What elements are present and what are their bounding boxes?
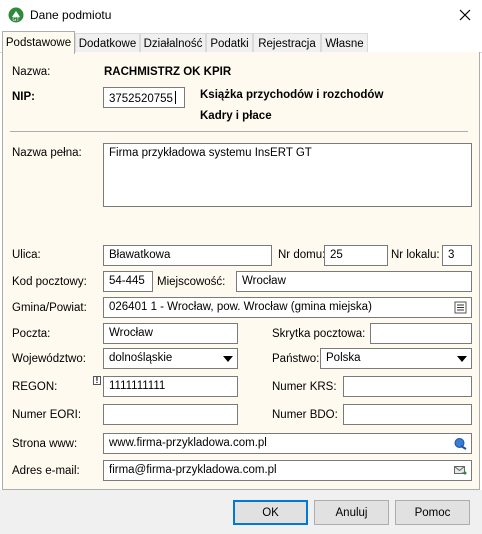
tab-rejestracja[interactable]: Rejestracja: [253, 33, 321, 53]
nr-domu-input[interactable]: 25: [324, 245, 388, 266]
svg-text:GT: GT: [13, 17, 20, 23]
adres-email-label: Adres e-mail:: [12, 465, 80, 477]
strona-www-label: Strona www:: [12, 438, 78, 450]
tab-dzialalnosc[interactable]: Działalność: [140, 33, 206, 53]
gmina-powiat-input[interactable]: 026401 1 - Wrocław, pow. Wrocław (gmina …: [103, 297, 472, 318]
title-bar: GT Dane podmiotu: [0, 0, 482, 30]
regon-label: REGON:: [12, 381, 58, 393]
ulica-label: Ulica:: [12, 249, 41, 261]
kod-pocztowy-input[interactable]: 54-445: [103, 271, 153, 292]
list-picker-icon[interactable]: [454, 301, 467, 314]
skrytka-pocztowa-input[interactable]: [370, 323, 472, 344]
nazwa-value: RACHMISTRZ OK KPIR: [104, 66, 232, 78]
close-button[interactable]: [454, 4, 476, 26]
numer-krs-input[interactable]: [343, 376, 472, 397]
module-kadry-label: Kadry i płace: [200, 110, 272, 122]
numer-bdo-label: Numer BDO:: [272, 409, 338, 421]
miejscowosc-input[interactable]: Wrocław: [236, 271, 472, 292]
open-browser-icon[interactable]: [454, 437, 467, 450]
send-email-icon[interactable]: [454, 464, 467, 477]
help-button[interactable]: Pomoc: [395, 500, 470, 525]
miejscowosc-label: Miejscowość:: [157, 276, 226, 288]
nazwa-label: Nazwa:: [12, 66, 51, 78]
nazwa-pelna-label: Nazwa pełna:: [12, 147, 82, 159]
nazwa-pelna-input[interactable]: Firma przykładowa systemu InsERT GT: [103, 143, 472, 207]
insert-gt-logo-icon: GT: [8, 7, 24, 23]
window-title: Dane podmiotu: [30, 8, 112, 22]
tab-strip: Podstawowe Dodatkowe Działalność Podatki…: [0, 31, 482, 54]
tab-dodatkowe[interactable]: Dodatkowe: [75, 33, 140, 53]
nip-label: NIP:: [12, 91, 35, 103]
ok-button[interactable]: OK: [233, 500, 308, 525]
numer-krs-label: Numer KRS:: [272, 381, 337, 393]
numer-eori-input[interactable]: [103, 404, 238, 425]
tab-podatki[interactable]: Podatki: [206, 33, 253, 53]
ulica-input[interactable]: Bławatkowa: [103, 245, 272, 266]
nr-lokalu-label: Nr lokalu:: [391, 249, 440, 261]
nip-input[interactable]: 3752520755: [103, 87, 185, 108]
strona-www-input[interactable]: www.firma-przykladowa.com.pl: [103, 433, 472, 454]
chevron-down-icon: [457, 356, 467, 362]
close-icon: [459, 9, 471, 21]
numer-eori-label: Numer EORI:: [12, 409, 82, 421]
text-caret: [174, 91, 176, 104]
kod-pocztowy-label: Kod pocztowy:: [12, 276, 87, 288]
poczta-input[interactable]: Wrocław: [103, 323, 238, 344]
cancel-button[interactable]: Anuluj: [314, 500, 389, 525]
panstwo-label: Państwo:: [272, 353, 320, 365]
gmina-powiat-label: Gmina/Powiat:: [12, 302, 87, 314]
warning-icon: !: [93, 376, 101, 385]
nr-lokalu-input[interactable]: 3: [442, 245, 472, 266]
adres-email-input[interactable]: firma@firma-przykladowa.com.pl: [103, 460, 472, 481]
numer-bdo-input[interactable]: [343, 404, 472, 425]
poczta-label: Poczta:: [12, 328, 51, 340]
tab-podstawowe[interactable]: Podstawowe: [2, 31, 75, 54]
separator: [10, 131, 468, 132]
chevron-down-icon: [223, 356, 233, 362]
module-kpir-label: Książka przychodów i rozchodów: [200, 89, 384, 101]
wojewodztwo-select[interactable]: dolnośląskie: [103, 348, 238, 369]
wojewodztwo-label: Województwo:: [12, 353, 86, 365]
nr-domu-label: Nr domu:: [278, 249, 326, 261]
panstwo-select[interactable]: Polska: [320, 348, 472, 369]
regon-input[interactable]: 1111111111: [103, 376, 238, 397]
skrytka-pocztowa-label: Skrytka pocztowa:: [272, 328, 366, 340]
tab-wlasne[interactable]: Własne: [321, 33, 368, 53]
